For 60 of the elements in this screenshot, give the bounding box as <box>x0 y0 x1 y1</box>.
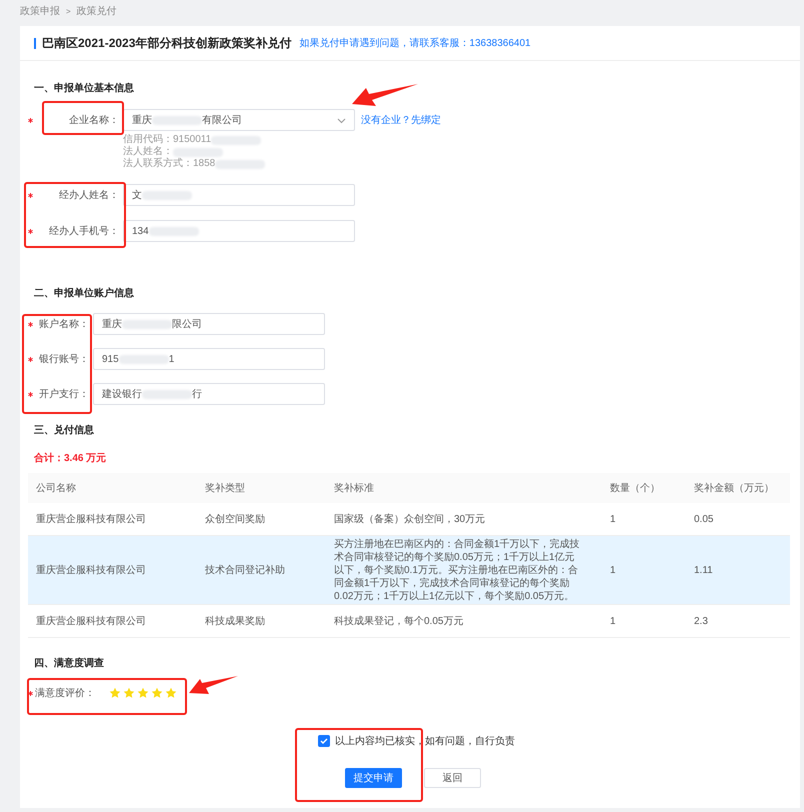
column-header: 奖补金额（万元） <box>694 483 774 494</box>
table-cell: 1.11 <box>694 564 713 576</box>
back-button[interactable]: 返回 <box>424 768 481 788</box>
field-label: 银行账号： <box>38 352 90 366</box>
table-cell: 2.3 <box>694 616 708 626</box>
table-cell: 1 <box>610 514 616 524</box>
column-header: 奖补类型 <box>205 483 245 494</box>
table-cell: 技术合同登记补助 <box>205 564 285 576</box>
input-field[interactable]: 重庆 限公司 <box>93 313 325 335</box>
star-icon[interactable] <box>123 687 135 699</box>
star-icon[interactable] <box>137 687 149 699</box>
table-row[interactable]: 重庆营企服科技有限公司 科技成果奖励 科技成果登记，每个0.05万元 1 2.3 <box>28 604 790 638</box>
table-cell: 科技成果奖励 <box>205 616 265 626</box>
table-cell: 国家级（备案）众创空间，30万元 <box>334 514 486 524</box>
help-text: 如果兑付申请遇到问题，请联系客服：13638366401 <box>299 36 531 50</box>
breadcrumb-separator: > <box>66 6 71 16</box>
column-header: 公司名称 <box>36 483 76 494</box>
table-cell: 科技成果登记，每个0.05万元 <box>334 616 464 626</box>
field-label: 开户支行： <box>38 388 90 401</box>
section-heading: 二、申报单位账户信息 <box>33 286 135 300</box>
section-heading: 三、兑付信息 <box>33 424 95 437</box>
field-label: 经办人手机号： <box>48 224 120 238</box>
star-rating[interactable] <box>109 687 177 699</box>
star-icon[interactable] <box>165 687 177 699</box>
table-row[interactable]: 重庆营企服科技有限公司 技术合同登记补助 买方注册地在巴南区内的：合同金额1千万以下，完成技术合同审核登记的每个奖励0.05万元；1千万以上1亿元以下，每个奖励0.1万元。买方注册地在巴南区外的：合同金额1千万以下，完成技术合同审核登记的每个奖励0.02万元；1千万以上1亿元以下，每个奖励0.05万元。 1 1.11 <box>28 536 790 604</box>
field-label: 账户名称： <box>38 318 90 331</box>
page-title: 巴南区2021-2023年部分科技创新政策奖补兑付 <box>42 34 292 52</box>
table-cell: 1 <box>610 616 616 626</box>
table-cell: 众创空间奖励 <box>205 514 265 524</box>
input-field[interactable]: 文 <box>123 184 355 206</box>
confirm-label: 以上内容均已核实，如有问题，自行负责 <box>335 734 515 748</box>
company-info-text: 信用代码：9150011 <box>123 134 800 146</box>
section-heading: 四、满意度调查 <box>33 656 105 670</box>
column-header: 数量（个） <box>610 483 660 494</box>
checkmark-icon <box>320 737 328 745</box>
title-accent-bar <box>34 38 36 48</box>
field-label: 企业名称： <box>68 114 120 127</box>
company-info-text: 法人联系方式：1858 <box>123 158 800 170</box>
company-select[interactable]: 重庆 有限公司 <box>123 109 355 131</box>
field-label: 经办人姓名： <box>58 188 120 202</box>
star-icon[interactable] <box>151 687 163 699</box>
column-header: 奖补标准 <box>334 483 374 494</box>
total-amount: 合计：3.46 万元 <box>33 452 108 465</box>
table-cell: 重庆营企服科技有限公司 <box>36 616 146 626</box>
input-field[interactable]: 134 <box>123 220 355 242</box>
input-field[interactable]: 915 1 <box>93 348 325 370</box>
table-cell: 0.05 <box>694 514 714 524</box>
chevron-down-icon <box>337 118 346 124</box>
company-info-text: 法人姓名： <box>123 146 800 158</box>
section-heading: 一、申报单位基本信息 <box>33 82 135 95</box>
submit-button[interactable]: 提交申请 <box>345 768 402 788</box>
field-label: 满意度评价： <box>35 686 95 700</box>
input-field[interactable]: 建设银行 行 <box>93 383 325 405</box>
table-cell: 重庆营企服科技有限公司 <box>36 514 146 524</box>
bind-company-link[interactable]: 没有企业？先绑定 <box>361 113 441 127</box>
table-cell: 买方注册地在巴南区内的：合同金额1千万以下，完成技术合同审核登记的每个奖励0.05万元；1千万以上1亿元以下，每个奖励0.1万元。买方注册地在巴南区外的：合同金额1千万以下，完成技术合同审核登记的每个奖励0.02万元；1千万以上1亿元以下，每个奖励0.05万元。 <box>334 538 580 602</box>
table-cell: 1 <box>610 564 616 576</box>
checkbox[interactable] <box>318 735 330 747</box>
star-icon[interactable] <box>109 687 121 699</box>
table-cell: 重庆营企服科技有限公司 <box>36 564 146 576</box>
